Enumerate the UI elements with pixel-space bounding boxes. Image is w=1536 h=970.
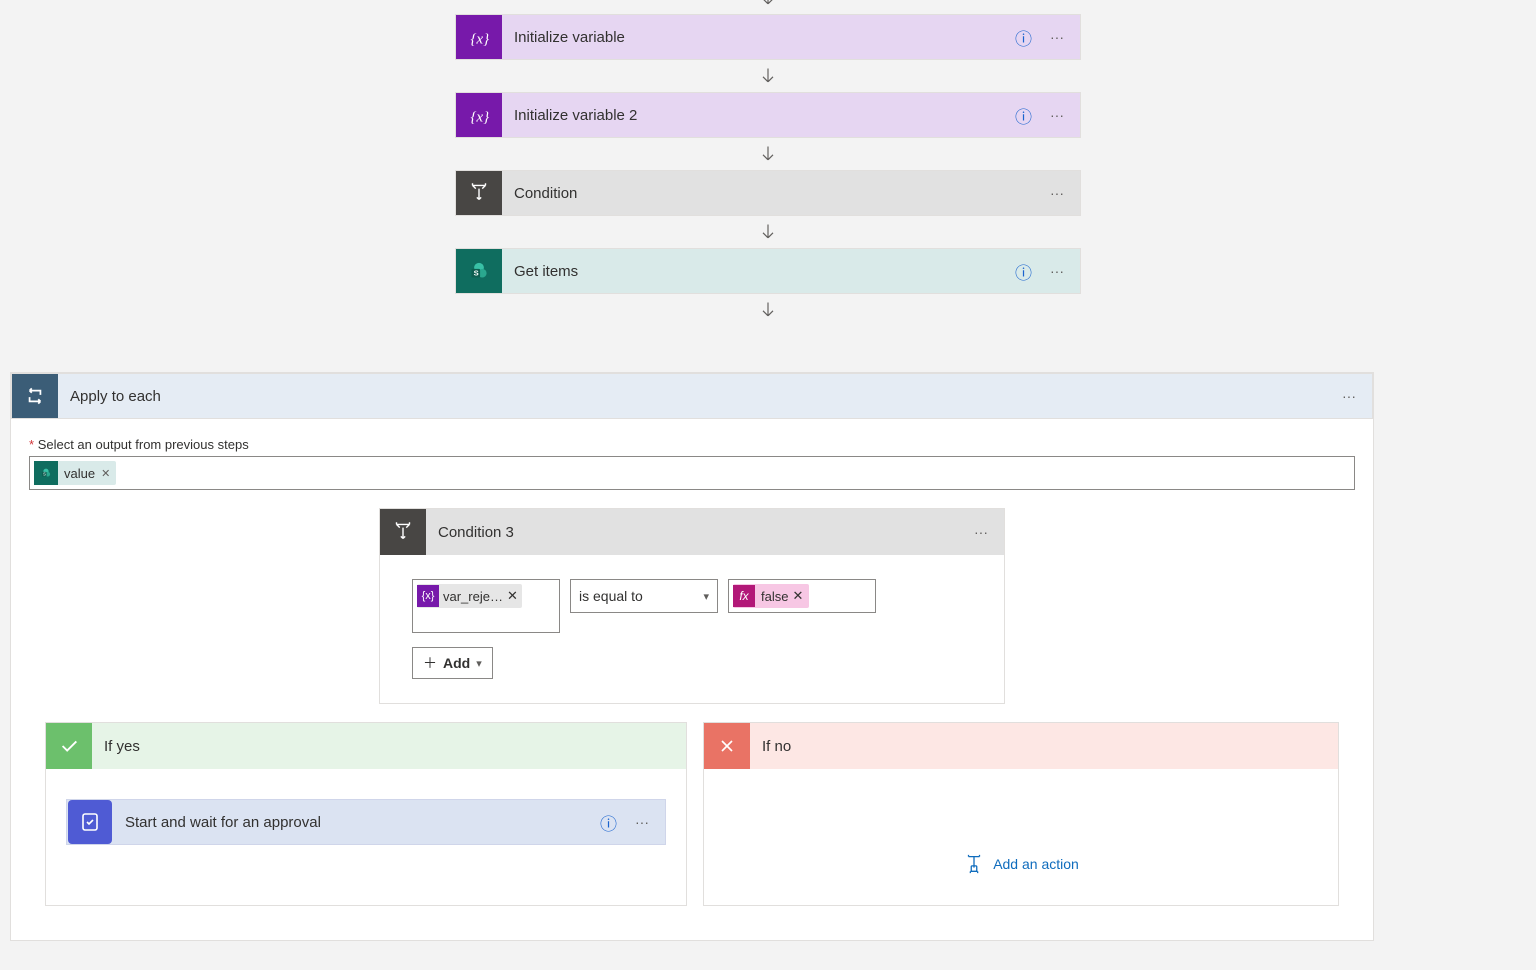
help-icon[interactable]: ⓘ	[1015, 103, 1032, 128]
token-text: var_reje…	[443, 589, 503, 604]
close-icon[interactable]: ✕	[507, 588, 518, 604]
step-initialize-variable-2[interactable]: {x} Initialize variable 2 ⓘ ···	[455, 92, 1081, 138]
svg-text:{x}: {x}	[470, 109, 489, 126]
chevron-down-icon: ▾	[476, 657, 482, 670]
svg-text:{x}: {x}	[470, 31, 489, 48]
token-expression[interactable]: fx false ✕	[733, 584, 809, 608]
step-title: Get items	[502, 263, 1015, 280]
more-options-icon[interactable]: ···	[1342, 388, 1356, 404]
help-icon[interactable]: ⓘ	[1015, 25, 1032, 50]
step-title: Initialize variable	[502, 29, 1015, 46]
approval-icon	[68, 800, 112, 844]
step-condition[interactable]: Condition ···	[455, 170, 1081, 216]
apply-to-each-header[interactable]: Apply to each ···	[11, 373, 1373, 419]
add-action-label: Add an action	[993, 856, 1079, 872]
operator-text: is equal to	[579, 588, 643, 604]
token-text: value	[64, 466, 95, 481]
condition-right-operand[interactable]: fx false ✕	[728, 579, 876, 613]
close-icon[interactable]: ✕	[792, 588, 803, 604]
arrow-down-icon	[758, 216, 778, 248]
close-icon[interactable]: ✕	[101, 467, 110, 480]
more-options-icon[interactable]: ···	[635, 814, 649, 830]
close-icon	[704, 723, 750, 769]
step-initialize-variable[interactable]: {x} Initialize variable ⓘ ···	[455, 14, 1081, 60]
step-apply-to-each: Apply to each ··· * Select an output fro…	[10, 372, 1374, 941]
plus-icon: ＋	[423, 653, 437, 673]
branch-if-no: If no Add an action	[703, 722, 1339, 906]
svg-text:S: S	[43, 471, 46, 476]
loop-icon	[12, 374, 58, 418]
branch-no-header[interactable]: If no	[704, 723, 1338, 769]
arrow-down-icon	[758, 60, 778, 92]
condition-icon	[380, 509, 426, 555]
step-get-items[interactable]: S Get items ⓘ ···	[455, 248, 1081, 294]
fx-icon: fx	[733, 585, 755, 607]
output-selector-input[interactable]: S value ✕	[29, 456, 1355, 490]
condition-icon	[456, 171, 502, 215]
variable-icon: {x}	[417, 585, 439, 607]
sharepoint-icon: S	[456, 249, 502, 293]
condition-left-operand[interactable]: {x} var_reje… ✕	[412, 579, 560, 633]
insert-action-icon	[963, 853, 985, 875]
chevron-down-icon: ▾	[703, 590, 709, 603]
help-icon[interactable]: ⓘ	[600, 810, 617, 835]
token-value[interactable]: S value ✕	[34, 461, 116, 485]
add-condition-button[interactable]: ＋ Add ▾	[412, 647, 493, 679]
condition-3-header[interactable]: Condition 3 ···	[380, 509, 1004, 555]
step-title: Apply to each	[58, 388, 1342, 405]
step-condition-3: Condition 3 ··· {x} var_reje… ✕	[379, 508, 1005, 704]
token-variable[interactable]: {x} var_reje… ✕	[417, 584, 522, 608]
step-start-and-wait-for-approval[interactable]: Start and wait for an approval ⓘ ···	[66, 799, 666, 845]
add-label: Add	[443, 655, 470, 671]
more-options-icon[interactable]: ···	[974, 524, 988, 540]
branch-if-yes: If yes Start and wait for an approval	[45, 722, 687, 906]
step-title: Start and wait for an approval	[113, 814, 600, 831]
variable-icon: {x}	[456, 15, 502, 59]
step-title: Condition	[502, 185, 1050, 202]
input-label: * Select an output from previous steps	[29, 437, 1355, 452]
token-text: false	[761, 589, 788, 604]
help-icon[interactable]: ⓘ	[1015, 259, 1032, 284]
step-title: Condition 3	[426, 524, 974, 541]
condition-operator-select[interactable]: is equal to ▾	[570, 579, 718, 613]
step-title: Initialize variable 2	[502, 107, 1015, 124]
add-an-action-button[interactable]: Add an action	[724, 853, 1318, 875]
arrow-down-icon	[758, 294, 778, 326]
arrow-down-icon	[758, 0, 778, 14]
arrow-down-icon	[758, 138, 778, 170]
branch-label: If yes	[104, 738, 140, 755]
sharepoint-icon: S	[34, 461, 58, 485]
branch-yes-header[interactable]: If yes	[46, 723, 686, 769]
more-options-icon[interactable]: ···	[1050, 185, 1064, 201]
more-options-icon[interactable]: ···	[1050, 29, 1064, 45]
variable-icon: {x}	[456, 93, 502, 137]
branch-label: If no	[762, 738, 791, 755]
more-options-icon[interactable]: ···	[1050, 107, 1064, 123]
svg-text:S: S	[474, 268, 479, 277]
check-icon	[46, 723, 92, 769]
more-options-icon[interactable]: ···	[1050, 263, 1064, 279]
